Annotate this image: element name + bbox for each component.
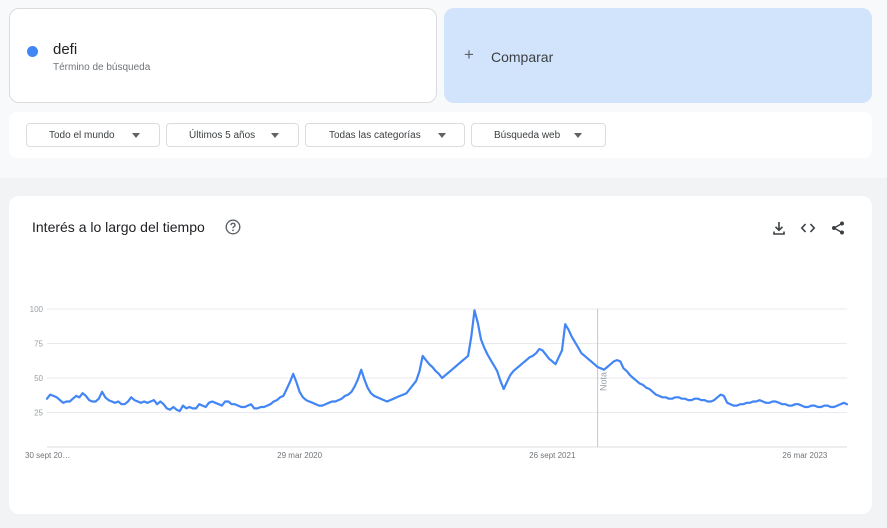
search-term-card[interactable]: defi Término de búsqueda (9, 8, 437, 103)
share-icon[interactable] (830, 220, 846, 236)
y-tick-label: 25 (34, 409, 43, 418)
filter-category[interactable]: Todas las categorías (305, 123, 465, 147)
filter-search-type[interactable]: Búsqueda web (471, 123, 606, 147)
interest-over-time-card: 25 50 75 100 Nota 30 sept 20… 29 mar 2020 26 se… (9, 196, 872, 514)
embed-icon[interactable] (800, 220, 816, 236)
filter-label: Todo el mundo (49, 130, 115, 141)
x-tick-label: 26 mar 2023 (782, 451, 827, 460)
caret-down-icon (271, 133, 279, 138)
filter-time[interactable]: Últimos 5 años (166, 123, 299, 147)
chart-title: Interés a lo largo del tiempo (32, 219, 205, 235)
term-color-dot (27, 46, 38, 57)
series-line-defi (45, 309, 849, 413)
help-icon[interactable] (225, 219, 241, 235)
caret-down-icon (574, 133, 582, 138)
term-subtitle: Término de búsqueda (53, 62, 151, 73)
note-label: Nota (599, 372, 609, 391)
filter-bar: Todo el mundo Últimos 5 años Todas las c… (9, 112, 872, 158)
y-tick-label: 50 (34, 374, 43, 383)
compare-label: Comparar (491, 49, 554, 65)
compare-button[interactable]: + Comparar (444, 8, 872, 103)
filter-label: Últimos 5 años (189, 130, 256, 141)
filter-region[interactable]: Todo el mundo (26, 123, 160, 147)
x-tick-label: 30 sept 20… (25, 451, 70, 460)
term-name[interactable]: defi (53, 41, 77, 58)
interest-chart: 25 50 75 100 Nota 30 sept 20… 29 mar 2020 26 se… (25, 305, 849, 460)
x-tick-label: 26 sept 2021 (529, 451, 576, 460)
filter-label: Todas las categorías (329, 130, 421, 141)
download-icon[interactable] (771, 220, 787, 236)
filter-label: Búsqueda web (494, 130, 561, 141)
y-tick-label: 100 (30, 305, 44, 314)
plus-icon: + (464, 45, 474, 64)
caret-down-icon (438, 133, 446, 138)
caret-down-icon (132, 133, 140, 138)
y-tick-label: 75 (34, 340, 43, 349)
x-tick-label: 29 mar 2020 (277, 451, 322, 460)
